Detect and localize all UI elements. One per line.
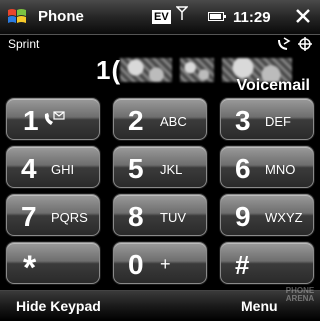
windows-logo-icon[interactable] — [6, 6, 28, 28]
key-6[interactable]: 6 MNO — [220, 146, 314, 188]
redacted-digits — [180, 58, 214, 82]
key-5[interactable]: 5 JKL — [113, 146, 207, 188]
key-digit: 4 — [21, 153, 37, 184]
key-letters: GHI — [51, 162, 75, 177]
close-icon[interactable] — [293, 6, 313, 26]
call-forward-icon — [278, 37, 312, 51]
key-3[interactable]: 3 DEF — [220, 98, 314, 140]
hide-keypad-button[interactable]: Hide Keypad — [16, 298, 101, 314]
key-0[interactable]: 0 + — [113, 242, 207, 284]
watermark-logo: PHONE ARENA — [284, 287, 316, 303]
key-digit: 5 — [128, 153, 144, 184]
key-letters: WXYZ — [265, 210, 303, 225]
key-digit: 7 — [21, 201, 37, 232]
key-9[interactable]: 9 WXYZ — [220, 194, 314, 236]
key-letters: TUV — [160, 210, 186, 225]
network-badge: EV — [152, 10, 171, 24]
battery-icon[interactable] — [208, 12, 226, 21]
key-digit: 8 — [128, 201, 144, 232]
key-letters: PQRS — [51, 210, 88, 225]
key-letters: ABC — [160, 114, 187, 129]
app-title: Phone — [38, 8, 84, 25]
battery-fill — [210, 14, 221, 19]
key-letters: + — [160, 254, 171, 274]
key-digit: * — [23, 249, 37, 287]
softkey-bar: Hide Keypad Menu — [0, 290, 320, 321]
key-digit: 2 — [128, 105, 144, 136]
key-1[interactable]: 1 — [6, 98, 100, 140]
redacted-digits — [120, 58, 172, 82]
key-star[interactable]: * — [6, 242, 100, 287]
key-letters: MNO — [265, 162, 296, 177]
key-digit: 3 — [235, 105, 251, 136]
key-digit: 6 — [235, 153, 251, 184]
key-digit: 1 — [23, 105, 39, 136]
dialed-number: 1( — [96, 55, 122, 85]
key-digit: 9 — [235, 201, 251, 232]
title-bar: Phone EV 11:29 — [0, 0, 320, 35]
key-7[interactable]: 7 PQRS — [6, 194, 100, 236]
key-digit: 0 — [128, 249, 144, 280]
key-4[interactable]: 4 GHI — [6, 146, 100, 188]
key-letters: JKL — [160, 162, 183, 177]
menu-button[interactable]: Menu — [241, 298, 278, 314]
key-8[interactable]: 8 TUV — [113, 194, 207, 236]
key-hash[interactable]: # — [220, 242, 314, 284]
voicemail-icon — [44, 111, 65, 125]
antenna-icon — [176, 6, 188, 20]
clock[interactable]: 11:29 — [233, 9, 271, 26]
key-digit: # — [235, 250, 250, 280]
key-2[interactable]: 2 ABC — [113, 98, 207, 140]
voicemail-label[interactable]: Voicemail — [236, 77, 310, 95]
carrier-label: Sprint — [8, 37, 40, 51]
watermark-line-2: ARENA — [285, 294, 315, 303]
key-letters: DEF — [265, 114, 291, 129]
